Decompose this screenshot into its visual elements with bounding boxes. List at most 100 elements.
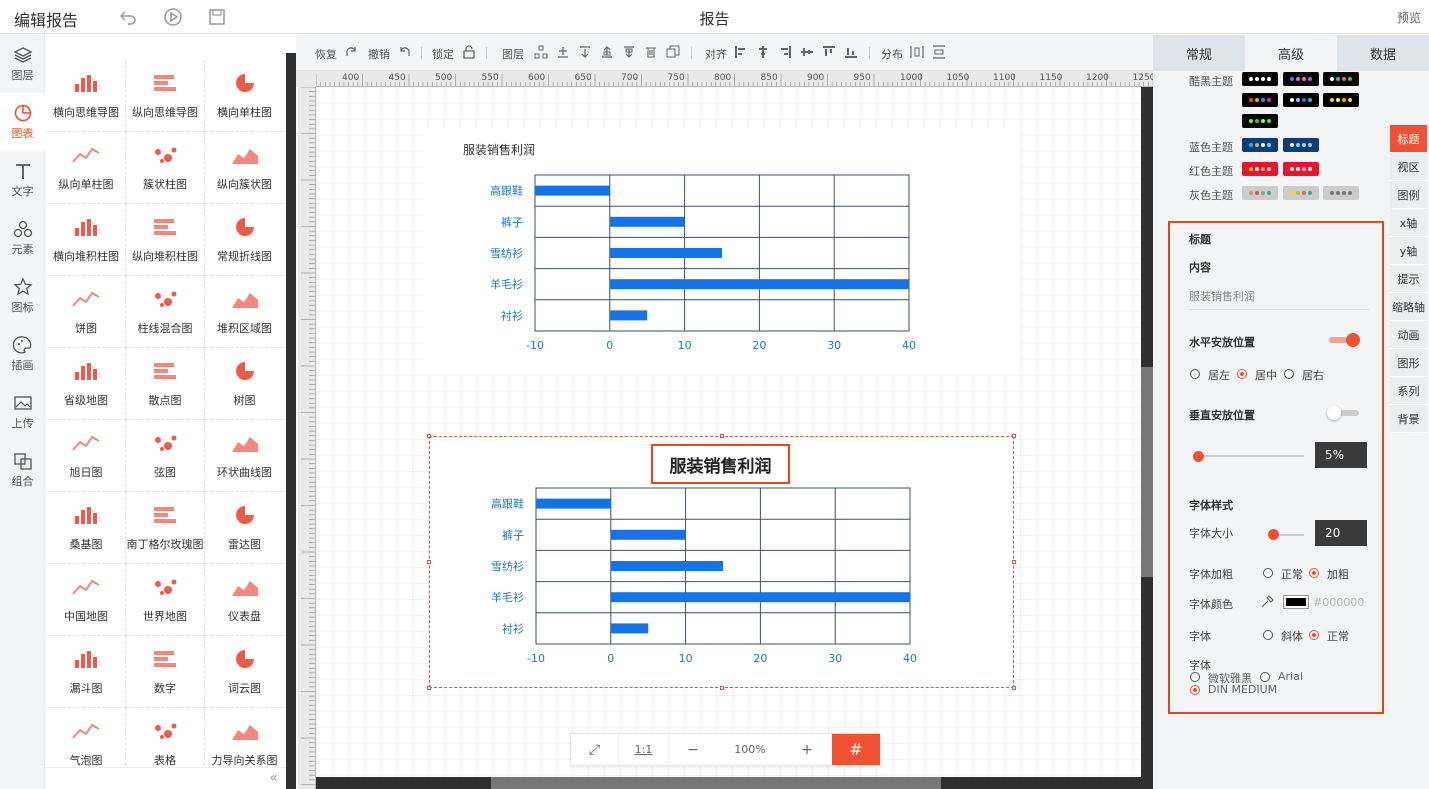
theme-swatch[interactable] (1323, 93, 1359, 107)
nav-layers[interactable]: 图层 (0, 35, 45, 93)
chart-type-4[interactable]: 簇状柱图 (126, 132, 205, 204)
bold-normal-radio[interactable] (1263, 568, 1273, 578)
theme-swatch[interactable] (1242, 114, 1278, 128)
zoom-out-button[interactable]: − (669, 734, 717, 765)
distribute-button[interactable]: 分布 (881, 46, 903, 62)
theme-swatch[interactable] (1283, 186, 1319, 200)
layer-button[interactable]: 图层 (502, 46, 524, 62)
chart-widget-2-selected[interactable]: -10 0 10 20 30 40 高跟鞋 裤子 雪纺衫 羊毛衫 衬衫 服装销售利润 (427, 434, 1016, 690)
theme-swatch[interactable] (1242, 138, 1278, 152)
align-top-icon[interactable] (822, 45, 836, 59)
chart-type-13[interactable]: 散点图 (126, 348, 205, 420)
chart2-title[interactable]: 服装销售利润 (651, 444, 790, 484)
chart-type-8[interactable]: 常规折线图 (205, 204, 284, 276)
delete-icon[interactable] (644, 45, 658, 59)
chart-type-7[interactable]: 纵向堆积柱图 (126, 204, 205, 276)
bold-bold-radio[interactable] (1309, 568, 1319, 578)
chart-type-19[interactable]: 南丁格尔玫瑰图 (126, 492, 205, 564)
canvas-horizontal-scrollbar[interactable] (316, 777, 1153, 789)
color-hex[interactable]: #000000 (1313, 596, 1364, 609)
resize-handle[interactable] (1012, 560, 1016, 564)
align-button[interactable]: 对齐 (705, 46, 727, 62)
align-left-icon[interactable] (734, 45, 748, 59)
chart-type-17[interactable]: 环状曲线图 (205, 420, 284, 492)
chart-type-12[interactable]: 省级地图 (47, 348, 126, 420)
resize-handle[interactable] (1012, 686, 1016, 690)
resize-handle[interactable] (427, 686, 431, 690)
italic-radio[interactable] (1263, 630, 1273, 640)
chart-type-2[interactable]: 横向单柱图 (205, 60, 284, 132)
send-to-back-icon[interactable] (622, 45, 636, 59)
resize-handle[interactable] (427, 560, 431, 564)
tab-general[interactable]: 常规 (1153, 35, 1245, 71)
chart-type-5[interactable]: 纵向簇状图 (205, 132, 284, 204)
chart-type-26[interactable]: 词云图 (205, 636, 284, 708)
nav-elements[interactable]: 元素 (0, 209, 45, 267)
copy-icon[interactable] (666, 45, 680, 59)
chart-type-18[interactable]: 桑基图 (47, 492, 126, 564)
zoom-in-button[interactable]: + (783, 734, 831, 765)
nav-illustrations[interactable]: 插画 (0, 325, 45, 383)
chart-type-14[interactable]: 树图 (205, 348, 284, 420)
section-tab-1[interactable]: 视区 (1390, 153, 1427, 181)
restore-button[interactable]: 恢复 (315, 46, 337, 62)
chart-type-10[interactable]: 柱线混合图 (126, 276, 205, 348)
chart-type-20[interactable]: 雷达图 (205, 492, 284, 564)
lock-button[interactable]: 锁定 (432, 46, 454, 62)
redo-icon[interactable] (344, 45, 358, 59)
font-din-radio[interactable] (1190, 685, 1200, 695)
chart-type-25[interactable]: 数字 (126, 636, 205, 708)
chart-type-24[interactable]: 漏斗图 (47, 636, 126, 708)
save-icon[interactable] (207, 7, 227, 27)
section-tab-10[interactable]: 背景 (1390, 405, 1427, 433)
canvas-vertical-scrollbar[interactable] (1141, 87, 1153, 777)
section-tab-8[interactable]: 图形 (1390, 349, 1427, 377)
v-pos-value[interactable]: 5% (1315, 442, 1367, 468)
chart-type-0[interactable]: 横向思维导图 (47, 60, 126, 132)
eyedropper-icon[interactable] (1260, 595, 1274, 609)
chart-type-23[interactable]: 仪表盘 (205, 564, 284, 636)
nav-upload[interactable]: 上传 (0, 383, 45, 441)
theme-swatch[interactable] (1242, 93, 1278, 107)
chart-type-3[interactable]: 纵向单柱图 (47, 132, 126, 204)
resize-handle[interactable] (720, 686, 724, 690)
nav-charts[interactable]: 图表 (0, 93, 45, 151)
actual-size-button[interactable]: 1:1 (619, 734, 669, 765)
design-canvas[interactable]: -10 0 10 20 30 40 高跟鞋 裤子 雪纺衫 羊毛衫 衬衫 服装销售利润 -10 0 10 2… (316, 87, 1141, 777)
section-tab-5[interactable]: 提示 (1390, 265, 1427, 293)
nav-icons[interactable]: 图标 (0, 267, 45, 325)
align-middle-icon[interactable] (800, 45, 814, 59)
bring-to-front-icon[interactable] (600, 45, 614, 59)
chart-type-1[interactable]: 纵向思维导图 (126, 60, 205, 132)
font-arial-radio[interactable] (1260, 672, 1270, 682)
section-tab-6[interactable]: 缩略轴 (1390, 293, 1427, 321)
section-tab-3[interactable]: x轴 (1390, 209, 1427, 237)
color-swatch[interactable] (1283, 595, 1309, 609)
title-content-input[interactable]: 服装销售利润 (1189, 288, 1369, 310)
resize-handle[interactable] (720, 434, 724, 438)
chart-type-11[interactable]: 堆积区域图 (205, 276, 284, 348)
scroll-thumb[interactable] (491, 777, 941, 789)
panel-scrollbar[interactable] (286, 53, 296, 789)
theme-swatch[interactable] (1283, 93, 1319, 107)
align-bottom-icon[interactable] (844, 45, 858, 59)
normal-style-radio[interactable] (1309, 630, 1319, 640)
chart-type-16[interactable]: 弦图 (126, 420, 205, 492)
font-size-value[interactable]: 20 (1315, 520, 1367, 546)
align-center-h-icon[interactable] (756, 45, 770, 59)
theme-swatch[interactable] (1283, 138, 1319, 152)
section-tab-4[interactable]: y轴 (1390, 237, 1427, 265)
font-yahei-radio[interactable] (1190, 672, 1200, 682)
preview-button[interactable]: 预览 (1397, 9, 1421, 26)
theme-swatch[interactable] (1323, 186, 1359, 200)
scroll-thumb[interactable] (1141, 367, 1153, 577)
slider-knob[interactable] (1268, 529, 1279, 540)
theme-swatch[interactable] (1242, 162, 1278, 176)
chart-type-15[interactable]: 旭日图 (47, 420, 126, 492)
lock-icon[interactable] (462, 45, 476, 59)
fit-screen-icon[interactable]: ⤢ (571, 734, 619, 765)
section-tab-7[interactable]: 动画 (1390, 321, 1427, 349)
play-icon[interactable] (163, 7, 183, 27)
section-tab-0[interactable]: 标题 (1390, 125, 1427, 153)
chart-type-22[interactable]: 世界地图 (126, 564, 205, 636)
